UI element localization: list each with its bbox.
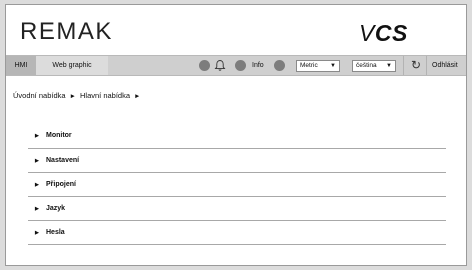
status-dot-icon[interactable] xyxy=(199,60,210,71)
breadcrumb-home[interactable]: Úvodní nabídka xyxy=(13,91,66,100)
expand-arrow-icon: ▶ xyxy=(35,206,39,212)
menu-item-language[interactable]: ▶ Jazyk xyxy=(28,197,446,221)
brand-header: REMAK VCS xyxy=(6,5,466,55)
menu-item-label: Monitor xyxy=(46,132,72,139)
toolbar: HMI Web graphic Info Metric ▼ čeština ▼ ↻ … xyxy=(6,55,466,76)
info-label[interactable]: Info xyxy=(252,56,264,75)
breadcrumb-arrow-icon: ► xyxy=(134,93,141,100)
expand-arrow-icon: ▶ xyxy=(35,133,39,139)
toolbar-divider xyxy=(403,56,404,75)
breadcrumb-main-menu[interactable]: Hlavní nabídka xyxy=(80,91,130,100)
tab-hmi[interactable]: HMI xyxy=(6,56,36,75)
menu-item-passwords[interactable]: ▶ Hesla xyxy=(28,221,446,245)
toolbar-divider xyxy=(426,56,427,75)
alarm-status-icon[interactable] xyxy=(274,60,285,71)
menu-item-label: Připojení xyxy=(46,181,76,188)
menu-item-connection[interactable]: ▶ Připojení xyxy=(28,173,446,197)
main-menu-list: ▶ Monitor ▶ Nastavení ▶ Připojení ▶ Jazy… xyxy=(28,124,446,245)
vcs-logo: VCS xyxy=(359,20,408,46)
chevron-down-icon: ▼ xyxy=(386,63,392,69)
info-status-icon[interactable] xyxy=(235,60,246,71)
menu-item-label: Jazyk xyxy=(46,205,66,212)
refresh-icon[interactable]: ↻ xyxy=(409,58,423,73)
logout-button[interactable]: Odhlásit xyxy=(432,56,458,75)
menu-item-settings[interactable]: ▶ Nastavení xyxy=(28,149,446,173)
units-select[interactable]: Metric ▼ xyxy=(296,60,340,72)
app-frame: REMAK VCS HMI Web graphic Info Metric ▼ č… xyxy=(5,4,467,266)
expand-arrow-icon: ▶ xyxy=(35,182,39,188)
menu-item-label: Hesla xyxy=(46,229,65,236)
chevron-down-icon: ▼ xyxy=(330,63,336,69)
menu-item-label: Nastavení xyxy=(46,157,80,164)
expand-arrow-icon: ▶ xyxy=(35,230,39,236)
tab-web-graphic[interactable]: Web graphic xyxy=(36,56,108,75)
bell-icon[interactable] xyxy=(214,59,226,72)
breadcrumb: Úvodní nabídka ► Hlavní nabídka ► xyxy=(13,91,144,100)
breadcrumb-arrow-icon: ► xyxy=(69,93,76,100)
menu-item-monitor[interactable]: ▶ Monitor xyxy=(28,124,446,149)
remak-logo: REMAK xyxy=(20,18,113,45)
expand-arrow-icon: ▶ xyxy=(35,158,39,164)
language-select[interactable]: čeština ▼ xyxy=(352,60,396,72)
